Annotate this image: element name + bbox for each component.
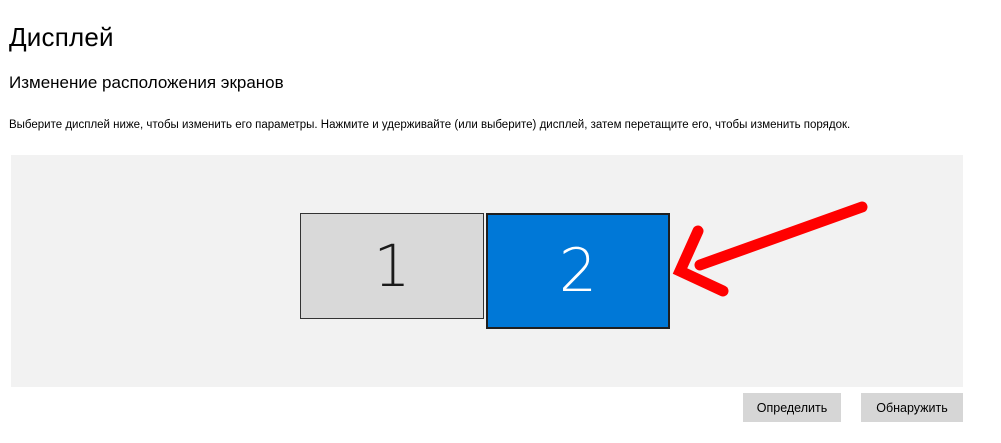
page-title: Дисплей	[9, 22, 114, 52]
arrangement-description: Выберите дисплей ниже, чтобы изменить ег…	[9, 119, 851, 131]
identify-button[interactable]: Определить	[743, 393, 841, 422]
display-1[interactable]: 1	[300, 213, 484, 319]
display-arrangement-area[interactable]: 1 2	[11, 155, 963, 387]
display-2[interactable]: 2	[486, 213, 670, 329]
detect-button[interactable]: Обнаружить	[861, 393, 963, 422]
display-2-number: 2	[558, 236, 598, 306]
section-title: Изменение расположения экранов	[9, 73, 284, 92]
display-1-number: 1	[373, 232, 411, 300]
